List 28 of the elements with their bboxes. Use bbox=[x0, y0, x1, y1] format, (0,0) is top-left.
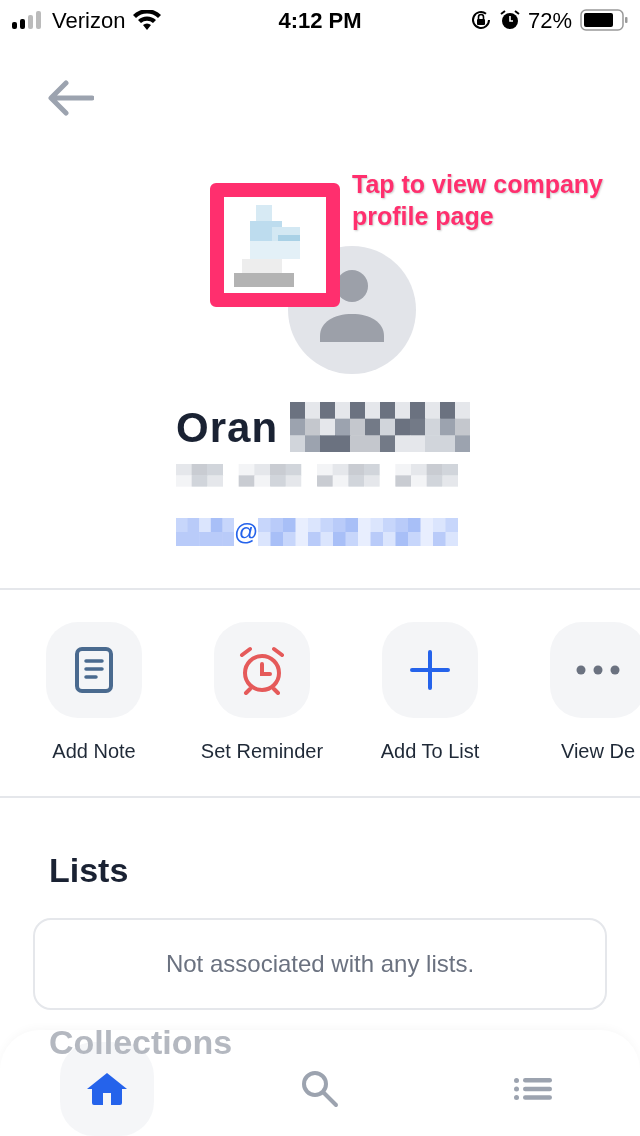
contact-name: Oran bbox=[176, 402, 279, 453]
pixelated-email-user bbox=[176, 518, 234, 546]
annotation-text: Tap to view company profile page bbox=[352, 169, 604, 232]
carrier-name: Verizon bbox=[52, 6, 126, 35]
battery-icon bbox=[580, 9, 628, 31]
back-arrow-icon bbox=[48, 80, 94, 116]
person-icon bbox=[320, 270, 384, 342]
action-button[interactable]: View De bbox=[526, 622, 640, 796]
plus-icon bbox=[410, 650, 450, 690]
section-title: Lists bbox=[49, 850, 130, 891]
section-title: Collections bbox=[49, 1022, 233, 1062]
note-icon bbox=[74, 646, 114, 694]
search-icon bbox=[301, 1070, 339, 1108]
signal-icon bbox=[12, 11, 44, 29]
alarm-clock-icon bbox=[237, 645, 287, 695]
more-icon bbox=[576, 665, 620, 675]
action-button[interactable]: Add To List bbox=[358, 622, 502, 796]
alarm-icon bbox=[499, 10, 520, 30]
home-icon bbox=[86, 1073, 127, 1105]
status-time: 4:12 PM bbox=[278, 6, 362, 35]
action-button[interactable]: Set Reminder bbox=[190, 622, 334, 796]
email-at-sign: @ bbox=[234, 517, 259, 547]
action-button[interactable]: Add Note bbox=[22, 622, 166, 796]
empty-lists-message: Not associated with any lists. bbox=[165, 949, 475, 979]
list-icon bbox=[514, 1078, 553, 1100]
wifi-icon bbox=[133, 10, 162, 30]
battery-percent: 72% bbox=[527, 6, 572, 35]
rotation-lock-icon bbox=[469, 9, 492, 31]
